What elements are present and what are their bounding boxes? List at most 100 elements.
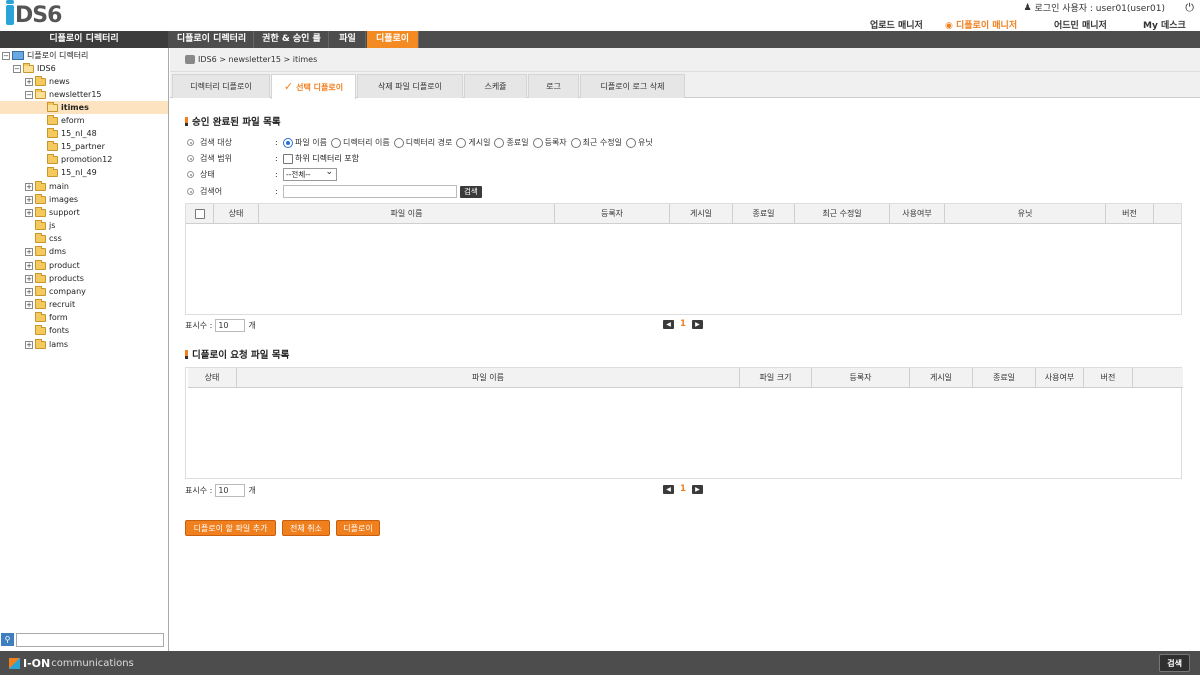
col-unit[interactable]: 유닛 bbox=[945, 204, 1106, 224]
radio-circle[interactable] bbox=[283, 137, 293, 148]
tree-item-itimes[interactable]: itimes bbox=[0, 101, 168, 114]
tree-item-news[interactable]: + news bbox=[25, 75, 70, 88]
top-menu-deploy-manager[interactable]: ◉ 디플로이 매니저 bbox=[945, 18, 1017, 31]
tree-item-newsletter15[interactable]: − newsletter15 bbox=[25, 88, 102, 101]
tree-item-eform[interactable]: eform bbox=[37, 114, 85, 127]
page-size-input[interactable]: 10 bbox=[215, 318, 246, 332]
top-menu-admin-manager[interactable]: 어드민 매니저 bbox=[1054, 18, 1107, 31]
subtab-selective-deploy[interactable]: ✓ 선택 디플로이 bbox=[271, 74, 356, 99]
tree-search-icon[interactable]: ⚲ bbox=[1, 633, 14, 646]
expand-icon[interactable]: + bbox=[25, 195, 33, 204]
ids6-logo[interactable]: DS6 bbox=[6, 0, 62, 28]
deploy-button[interactable]: 디플로이 bbox=[336, 520, 380, 536]
radio-circle[interactable] bbox=[393, 137, 404, 148]
col-version[interactable]: 버전 bbox=[1084, 368, 1133, 388]
tree-item-15-nl-48[interactable]: 15_nl_48 bbox=[37, 127, 97, 140]
nav-tab-permission-rules[interactable]: 권한 & 승인 룰 bbox=[255, 31, 329, 48]
radio-file-name[interactable]: 파일 이름 bbox=[283, 137, 327, 148]
next-page-icon[interactable]: ▶ bbox=[691, 319, 703, 329]
expand-icon[interactable]: + bbox=[25, 77, 33, 86]
radio-circle[interactable] bbox=[494, 137, 505, 148]
cancel-all-button[interactable]: 전체 취소 bbox=[282, 520, 330, 536]
col-in-use[interactable]: 사용여부 bbox=[890, 204, 945, 224]
tree-item-15-partner[interactable]: 15_partner bbox=[37, 140, 105, 153]
radio-circle[interactable] bbox=[456, 137, 467, 148]
collapse-icon[interactable]: − bbox=[13, 64, 21, 73]
next-page-icon[interactable]: ▶ bbox=[691, 484, 703, 494]
current-page[interactable]: 1 bbox=[680, 319, 686, 329]
tree-root[interactable]: − 디플로이 디렉터리 bbox=[2, 49, 88, 62]
tree-item-products[interactable]: + products bbox=[25, 272, 84, 285]
radio-last-modified[interactable]: 최근 수정일 bbox=[570, 137, 622, 148]
col-file-name[interactable]: 파일 이름 bbox=[237, 368, 740, 388]
tree-item-15-nl-49[interactable]: 15_nl_49 bbox=[37, 166, 97, 179]
expand-icon[interactable]: + bbox=[25, 340, 33, 349]
expand-icon[interactable]: + bbox=[25, 261, 33, 270]
tree-item-dms[interactable]: + dms bbox=[25, 245, 66, 258]
expand-icon[interactable]: + bbox=[25, 300, 33, 309]
prev-page-icon[interactable]: ◀ bbox=[663, 484, 674, 494]
tree-search-input[interactable] bbox=[16, 632, 164, 647]
tree-item-company[interactable]: + company bbox=[25, 285, 86, 298]
tree-item-ids6[interactable]: − IDS6 bbox=[13, 62, 56, 75]
col-version[interactable]: 버전 bbox=[1106, 204, 1154, 224]
expand-icon[interactable]: + bbox=[25, 247, 33, 256]
search-button[interactable]: 검색 bbox=[460, 185, 482, 198]
page-size-input[interactable]: 10 bbox=[215, 483, 246, 497]
expand-icon[interactable]: + bbox=[25, 208, 33, 217]
subtab-log[interactable]: 로그 bbox=[528, 74, 579, 98]
collapse-icon[interactable]: − bbox=[25, 90, 33, 99]
current-page[interactable]: 1 bbox=[680, 484, 686, 494]
power-icon[interactable]: ⏻ bbox=[1185, 1, 1194, 15]
col-post-date[interactable]: 게시일 bbox=[670, 204, 733, 224]
nav-tab-deploy-directory[interactable]: 디플로이 디렉터리 bbox=[170, 31, 254, 48]
nav-tab-deploy[interactable]: 디플로이 bbox=[367, 31, 419, 48]
radio-end-date[interactable]: 종료일 bbox=[494, 137, 529, 148]
top-menu-upload-manager[interactable]: 업로드 매니저 bbox=[870, 18, 923, 31]
tree-item-images[interactable]: + images bbox=[25, 193, 78, 206]
expand-icon[interactable]: + bbox=[25, 287, 33, 296]
expand-icon[interactable]: + bbox=[25, 182, 33, 191]
expand-icon[interactable]: + bbox=[25, 274, 33, 283]
col-post-date[interactable]: 게시일 bbox=[910, 368, 973, 388]
radio-circle[interactable] bbox=[330, 137, 341, 148]
radio-post-date[interactable]: 게시일 bbox=[456, 137, 490, 148]
footer-search-button[interactable]: 검색 bbox=[1159, 654, 1190, 672]
col-end-date[interactable]: 종료일 bbox=[973, 368, 1036, 388]
col-in-use[interactable]: 사용여부 bbox=[1036, 368, 1084, 388]
col-file-size[interactable]: 파일 크기 bbox=[740, 368, 812, 388]
radio-circle[interactable] bbox=[570, 137, 581, 148]
status-select[interactable]: --전체-- bbox=[283, 167, 337, 181]
tree-item-recruit[interactable]: + recruit bbox=[25, 298, 75, 311]
tree-item-promotion12[interactable]: promotion12 bbox=[37, 153, 112, 166]
radio-unit[interactable]: 유닛 bbox=[626, 137, 653, 148]
include-subdirs-checkbox[interactable] bbox=[283, 153, 293, 164]
tree-item-lams[interactable]: + lams bbox=[25, 338, 68, 351]
radio-directory-name[interactable]: 디렉터리 이름 bbox=[330, 137, 390, 148]
radio-circle[interactable] bbox=[626, 137, 637, 148]
tree-item-js[interactable]: js bbox=[25, 219, 55, 232]
select-all-checkbox[interactable] bbox=[195, 209, 205, 219]
col-registrant[interactable]: 등록자 bbox=[812, 368, 910, 388]
prev-page-icon[interactable]: ◀ bbox=[663, 319, 674, 329]
radio-directory-path[interactable]: 디렉터리 경로 bbox=[393, 137, 452, 148]
keyword-input[interactable] bbox=[283, 185, 457, 198]
col-last-modified[interactable]: 최근 수정일 bbox=[795, 204, 890, 224]
subtab-schedule[interactable]: 스케쥴 bbox=[464, 74, 527, 98]
col-file-name[interactable]: 파일 이름 bbox=[259, 204, 555, 224]
col-status[interactable]: 상태 bbox=[214, 204, 259, 224]
radio-registrant[interactable]: 등록자 bbox=[532, 137, 567, 148]
tree-item-main[interactable]: + main bbox=[25, 180, 69, 193]
subtab-delete-deploy-log[interactable]: 디플로이 로그 삭제 bbox=[580, 74, 685, 98]
collapse-icon[interactable]: − bbox=[2, 51, 10, 60]
tree-item-fonts[interactable]: fonts bbox=[25, 324, 69, 337]
col-registrant[interactable]: 등록자 bbox=[555, 204, 670, 224]
top-menu-my-desk[interactable]: My 데스크 bbox=[1143, 18, 1186, 31]
radio-circle[interactable] bbox=[532, 137, 543, 148]
tree-item-css[interactable]: css bbox=[25, 232, 62, 245]
col-status[interactable]: 상태 bbox=[188, 368, 237, 388]
nav-tab-file[interactable]: 파일 bbox=[330, 31, 366, 48]
tree-item-form[interactable]: form bbox=[25, 311, 68, 324]
col-end-date[interactable]: 종료일 bbox=[733, 204, 795, 224]
tree-item-product[interactable]: + product bbox=[25, 259, 80, 272]
